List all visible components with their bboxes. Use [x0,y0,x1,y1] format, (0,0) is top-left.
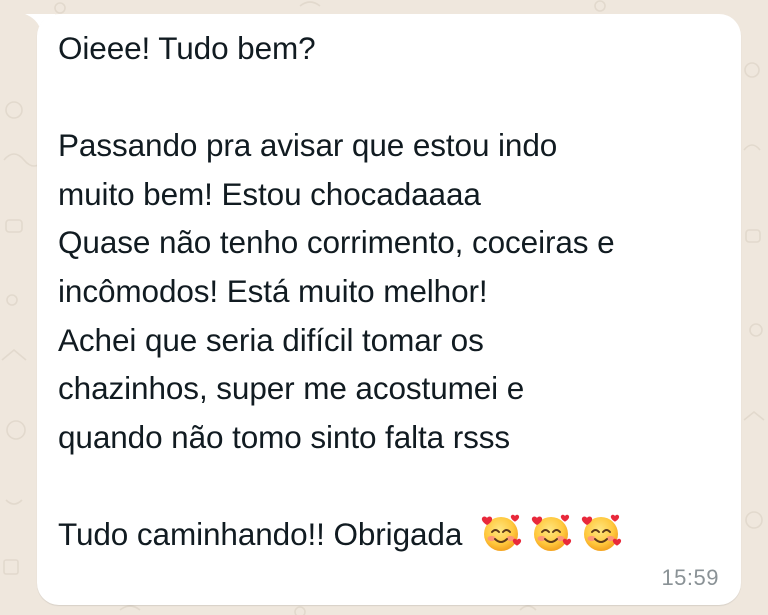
message-line: Quase não tenho corrimento, coceiras e [58,224,615,261]
smiling-face-with-hearts-icon [531,514,572,551]
message-line: incômodos! Está muito melhor! [58,272,488,309]
message-line-last: Tudo caminhando!! Obrigada [58,510,734,559]
message-line-last-text: Tudo caminhando!! Obrigada [58,515,463,552]
message-line: quando não tomo sinto falta rsss [58,418,511,455]
message-timestamp: 15:59 [661,565,719,590]
message-line: Achei que seria difícil tomar os [58,321,484,358]
message-text: Oieee! Tudo bem? Passando pra avisar que… [58,24,734,559]
smiling-face-with-hearts-icon [581,514,622,551]
message-line-blank [58,73,734,122]
emoji-group [479,510,623,554]
message-line: muito bem! Estou chocadaaaa [58,175,481,212]
message-line-blank [58,461,734,510]
message-line: chazinhos, super me acostumei e [58,370,525,407]
message-line: Passando pra avisar que estou indo [58,127,558,164]
smiling-face-with-hearts-icon [481,514,522,551]
message-line: Oieee! Tudo bem? [58,30,316,66]
